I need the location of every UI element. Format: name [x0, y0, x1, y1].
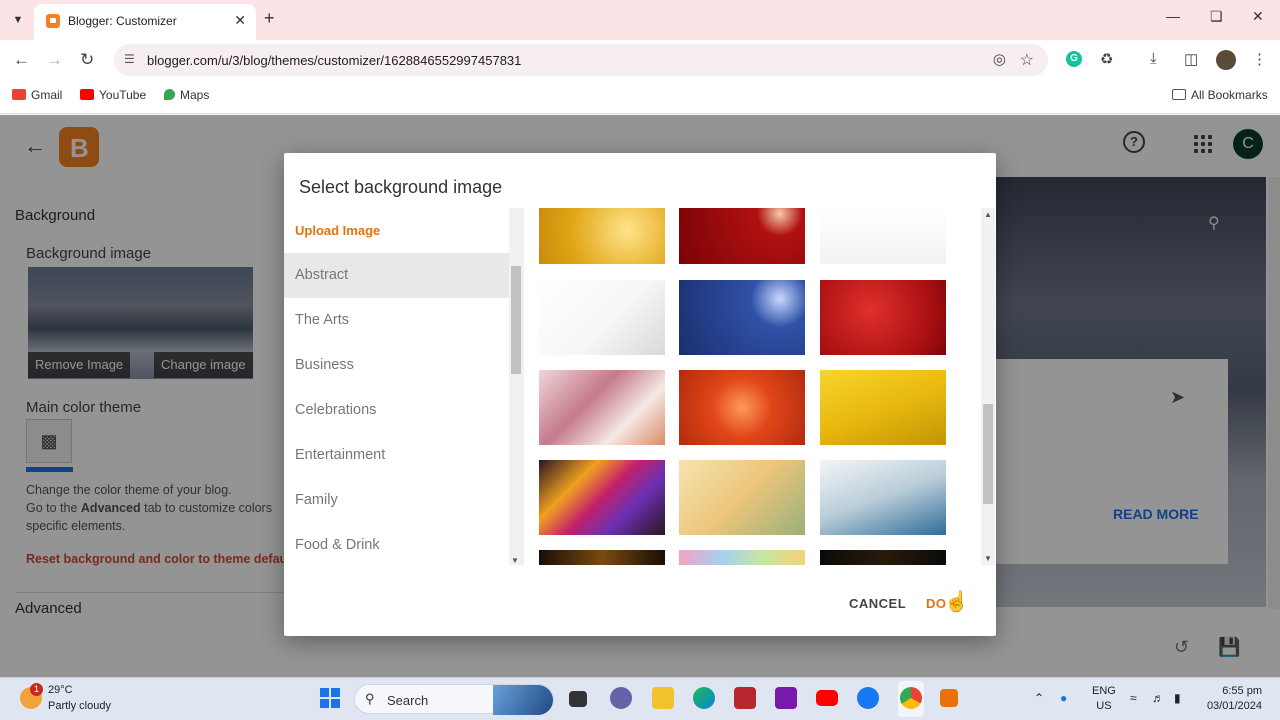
task-view-icon[interactable] [569, 691, 587, 707]
tab-close-icon[interactable]: ✕ [234, 12, 246, 29]
category-family[interactable]: Family [284, 478, 523, 523]
image-grid [524, 208, 984, 565]
select-background-dialog: Select background image Upload Image Abs… [284, 153, 996, 636]
bg-image-option[interactable] [679, 460, 805, 535]
scroll-down-icon[interactable]: ▼ [984, 554, 992, 563]
youtube-icon [80, 89, 94, 100]
onenote-icon[interactable] [775, 687, 797, 709]
language-indicator[interactable]: ENG US [1092, 684, 1116, 714]
bg-image-option[interactable] [539, 208, 665, 264]
bookmark-star-icon[interactable]: ☆ [1020, 50, 1034, 70]
chrome-icon[interactable] [900, 687, 922, 709]
image-grid-scrollbar[interactable]: ▲ ▼ [981, 208, 995, 565]
side-panel-icon[interactable]: ◫ [1184, 50, 1198, 68]
bg-image-option[interactable] [539, 460, 665, 535]
category-business[interactable]: Business [284, 343, 523, 388]
site-info-icon[interactable]: ☰ [124, 52, 135, 66]
category-list: Upload Image Abstract The Arts Business … [284, 208, 524, 565]
download-icon[interactable]: ⤓ [1150, 50, 1157, 67]
bg-image-option[interactable] [679, 370, 805, 445]
restore-icon[interactable]: ❏ [1210, 8, 1223, 25]
category-scrollbar[interactable]: ▼ [509, 208, 524, 565]
scroll-up-icon[interactable]: ▲ [984, 210, 992, 219]
bg-image-option[interactable] [679, 208, 805, 264]
cancel-button[interactable]: CANCEL [849, 596, 906, 611]
scroll-down-icon[interactable]: ▼ [511, 556, 519, 565]
category-celebrations[interactable]: Celebrations [284, 388, 523, 433]
bg-image-option[interactable] [539, 550, 665, 565]
hand-cursor-icon: ☝ [944, 591, 969, 613]
clock[interactable]: 6:55 pm 03/01/2024 [1204, 684, 1262, 714]
forward-icon[interactable]: → [46, 50, 63, 70]
bg-image-option[interactable] [820, 370, 946, 445]
youtube-app-icon[interactable] [816, 690, 838, 706]
taskbar-search[interactable]: ⚲ Search [354, 684, 554, 715]
profile-avatar[interactable] [1216, 50, 1236, 70]
address-bar: ← → ↻ ☰ blogger.com/u/3/blog/themes/cust… [0, 40, 1280, 80]
battery-icon[interactable]: ▮ [1174, 691, 1181, 705]
snipping-tool-icon[interactable] [940, 689, 958, 707]
weather-desc: Partly cloudy [48, 700, 111, 712]
extensions-icon[interactable]: ♻ [1100, 50, 1113, 68]
tab-search-icon[interactable]: ▼ [8, 10, 28, 30]
folder-icon [1172, 89, 1186, 100]
category-abstract[interactable]: Abstract [284, 253, 509, 298]
blogger-favicon-icon [46, 14, 60, 28]
windows-taskbar: 1 29°C Partly cloudy ⚲ Search ⌃ ● ENG US … [0, 677, 1280, 720]
bg-image-option[interactable] [539, 370, 665, 445]
bg-image-option[interactable] [820, 460, 946, 535]
notification-badge: 1 [30, 683, 43, 696]
access-icon[interactable] [734, 687, 756, 709]
start-button[interactable] [320, 688, 340, 708]
url-field[interactable]: ☰ blogger.com/u/3/blog/themes/customizer… [114, 44, 1048, 76]
back-icon[interactable]: ← [13, 50, 30, 70]
weather-temp: 29°C [48, 684, 73, 696]
all-bookmarks[interactable]: All Bookmarks [1172, 88, 1268, 102]
minimize-icon[interactable]: — [1166, 8, 1180, 24]
reload-icon[interactable]: ↻ [80, 50, 94, 70]
bg-image-option[interactable] [820, 550, 946, 565]
search-icon: ⚲ [365, 691, 375, 706]
maps-icon [164, 89, 175, 100]
bg-image-option[interactable] [679, 550, 805, 565]
dialog-title: Select background image [299, 177, 503, 197]
tab-strip: ▼ Blogger: Customizer ✕ + — ❏ ✕ [0, 0, 1280, 40]
tray-chevron-icon[interactable]: ⌃ [1034, 691, 1044, 705]
active-tab[interactable]: Blogger: Customizer ✕ [34, 4, 256, 40]
bg-image-option[interactable] [820, 280, 946, 355]
bookmark-gmail[interactable]: Gmail [12, 88, 62, 102]
wifi-icon[interactable]: ≈ [1130, 691, 1137, 705]
eye-off-icon[interactable]: ◎ [993, 50, 1006, 68]
gmail-icon [12, 89, 26, 100]
bookmark-maps[interactable]: Maps [164, 88, 209, 102]
category-the-arts[interactable]: The Arts [284, 298, 523, 343]
bg-image-option[interactable] [679, 280, 805, 355]
search-highlight-art [493, 685, 553, 715]
microphone-icon[interactable]: ● [1060, 691, 1067, 705]
bookmark-youtube[interactable]: YouTube [80, 88, 146, 102]
new-tab-icon[interactable]: + [264, 8, 275, 29]
grammarly-icon[interactable]: G [1066, 51, 1082, 67]
upload-image-link[interactable]: Upload Image [284, 208, 523, 253]
bookmarks-bar: Gmail YouTube Maps All Bookmarks [0, 80, 1280, 114]
category-entertainment[interactable]: Entertainment [284, 433, 523, 478]
menu-icon[interactable]: ⋮ [1252, 50, 1267, 68]
window-close-icon[interactable]: ✕ [1252, 8, 1264, 25]
url-text: blogger.com/u/3/blog/themes/customizer/1… [147, 53, 522, 68]
edge-icon[interactable] [693, 687, 715, 709]
bg-image-option[interactable] [539, 280, 665, 355]
file-explorer-icon[interactable] [652, 687, 674, 709]
volume-icon[interactable]: ♬ [1152, 691, 1164, 705]
category-food-drink[interactable]: Food & Drink [284, 523, 523, 565]
bg-image-option[interactable] [820, 208, 946, 264]
teams-icon[interactable] [610, 687, 632, 709]
tab-title: Blogger: Customizer [68, 14, 177, 28]
facebook-icon[interactable] [857, 687, 879, 709]
